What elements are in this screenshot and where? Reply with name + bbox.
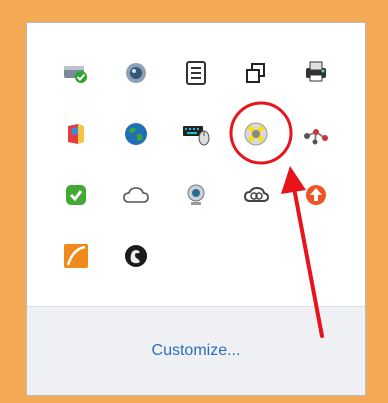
printer-icon[interactable] xyxy=(301,56,331,86)
black-app-icon[interactable] xyxy=(121,241,151,271)
customize-link[interactable]: Customize... xyxy=(152,342,241,360)
flyout-footer: Customize... xyxy=(27,306,365,395)
green-app-icon[interactable] xyxy=(61,180,91,210)
keyboard-mouse-icon[interactable] xyxy=(181,119,211,149)
network-nodes-icon[interactable] xyxy=(301,119,331,149)
update-arrow-icon[interactable] xyxy=(301,180,331,210)
webcam-sphere-icon[interactable] xyxy=(121,58,151,88)
orange-app-icon[interactable] xyxy=(61,241,91,271)
window-copy-icon[interactable] xyxy=(241,58,271,88)
cloud-outline-icon[interactable] xyxy=(121,180,151,210)
notification-overflow-flyout: Customize... xyxy=(26,22,366,396)
globe-icon[interactable] xyxy=(121,119,151,149)
webcam-icon[interactable] xyxy=(181,180,211,210)
yellow-x-network-icon[interactable] xyxy=(241,119,271,149)
document-list-icon[interactable] xyxy=(181,58,211,88)
colorful-book-icon[interactable] xyxy=(61,119,91,149)
creative-cloud-icon[interactable] xyxy=(241,180,271,210)
checkmark-drive-icon[interactable] xyxy=(61,58,91,88)
